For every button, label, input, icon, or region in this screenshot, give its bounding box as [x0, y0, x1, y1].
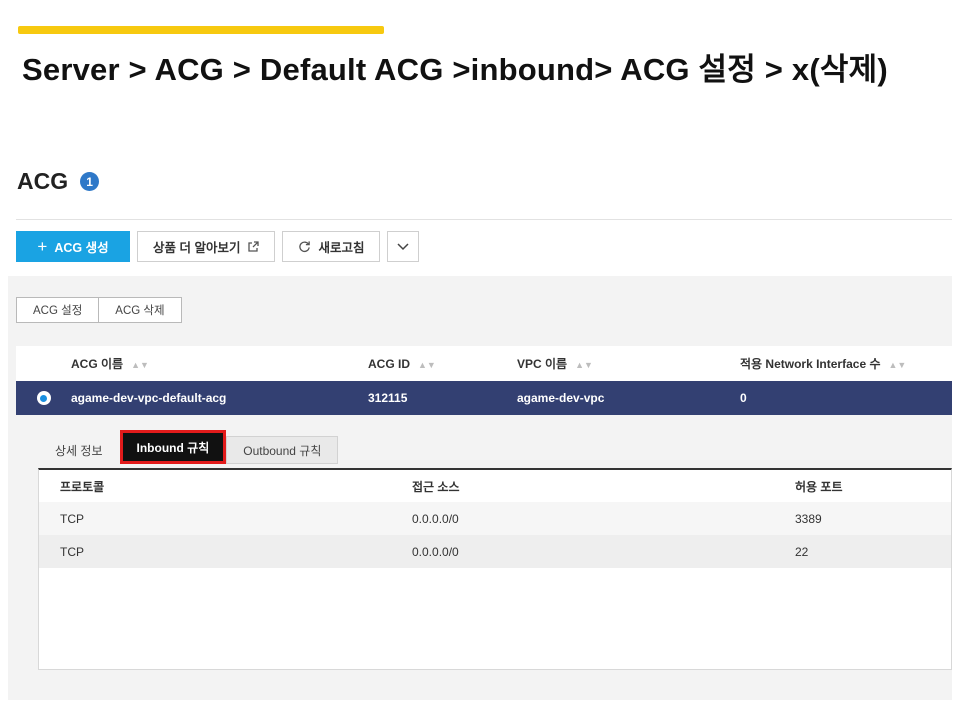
- learn-more-label: 상품 더 알아보기: [153, 241, 241, 255]
- refresh-icon: [299, 241, 311, 253]
- info-badge[interactable]: 1: [80, 172, 100, 191]
- page-title: ACG: [17, 168, 69, 194]
- page-header: ACG 1: [17, 168, 100, 195]
- acg-table-header: ACG 이름 ▲▼ ACG ID ▲▼ VPC 이름 ▲▼ 적용 Network In…: [16, 346, 952, 381]
- content-panel: ACG 설정 ACG 삭제 ACG 이름 ▲▼ ACG ID ▲▼ VPC 이름 ▲▼…: [8, 276, 952, 700]
- sort-icon: ▲▼: [131, 360, 149, 370]
- tab-outbound-rules[interactable]: Outbound 규칙: [226, 436, 339, 464]
- rules-table-header: 프로토콜 접근 소스 허용 포트: [39, 470, 951, 502]
- port-cell: 22: [795, 544, 809, 559]
- acg-settings-button[interactable]: ACG 설정: [16, 297, 100, 323]
- create-acg-button[interactable]: + ACG 생성: [16, 231, 130, 262]
- slide-title: Server > ACG > Default ACG >inbound> ACG…: [22, 52, 888, 87]
- sort-icon: ▲▼: [418, 359, 436, 370]
- title-accent-bar: [18, 26, 384, 34]
- plus-icon: +: [37, 236, 48, 256]
- column-header-source: 접근 소스: [412, 479, 460, 494]
- protocol-cell: TCP: [60, 511, 84, 526]
- source-cell: 0.0.0.0/0: [412, 544, 459, 559]
- nic-count-cell: 0: [740, 391, 747, 405]
- more-dropdown-button[interactable]: [387, 231, 420, 262]
- table-row: TCP 0.0.0.0/0 3389: [39, 502, 951, 535]
- acg-table: ACG 이름 ▲▼ ACG ID ▲▼ VPC 이름 ▲▼ 적용 Network In…: [16, 346, 952, 415]
- column-header-nic-count[interactable]: 적용 Network Interface 수 ▲▼: [740, 355, 952, 372]
- protocol-cell: TCP: [60, 544, 84, 559]
- port-cell: 3389: [795, 511, 822, 526]
- sort-icon: ▲▼: [575, 360, 593, 370]
- row-select-radio[interactable]: [36, 391, 51, 405]
- column-header-port: 허용 포트: [795, 479, 843, 494]
- toolbar: + ACG 생성 상품 더 알아보기 새로고침: [16, 231, 420, 262]
- external-link-icon: [248, 240, 260, 252]
- refresh-label: 새로고침: [318, 241, 365, 255]
- acg-name-cell: agame-dev-vpc-default-acg: [71, 391, 227, 405]
- column-header-vpc-name[interactable]: VPC 이름 ▲▼: [517, 355, 740, 372]
- refresh-button[interactable]: 새로고침: [282, 231, 381, 262]
- tab-details[interactable]: 상세 정보: [38, 436, 120, 464]
- chevron-down-icon: [397, 242, 409, 250]
- tab-inbound-rules[interactable]: Inbound 규칙: [119, 430, 227, 464]
- source-cell: 0.0.0.0/0: [412, 511, 459, 526]
- inbound-rules-table: 프로토콜 접근 소스 허용 포트 TCP 0.0.0.0/0 3389 TCP …: [38, 468, 952, 670]
- acg-action-buttons: ACG 설정 ACG 삭제: [16, 297, 182, 323]
- detail-tabs: 상세 정보 Inbound 규칙 Outbound 규칙: [38, 430, 339, 464]
- column-header-acg-name[interactable]: ACG 이름 ▲▼: [71, 355, 368, 372]
- acg-id-cell: 312115: [368, 391, 408, 405]
- header-divider: [16, 219, 952, 220]
- sort-icon: ▲▼: [888, 360, 907, 370]
- table-row: TCP 0.0.0.0/0 22: [39, 535, 951, 568]
- acg-delete-button[interactable]: ACG 삭제: [99, 297, 182, 323]
- table-row[interactable]: agame-dev-vpc-default-acg 312115 agame-d…: [16, 381, 952, 415]
- learn-more-button[interactable]: 상품 더 알아보기: [137, 231, 276, 262]
- vpc-name-cell: agame-dev-vpc: [517, 391, 605, 405]
- column-header-protocol: 프로토콜: [60, 479, 105, 494]
- create-acg-label: ACG 생성: [54, 241, 109, 255]
- column-header-acg-id[interactable]: ACG ID ▲▼: [368, 357, 517, 371]
